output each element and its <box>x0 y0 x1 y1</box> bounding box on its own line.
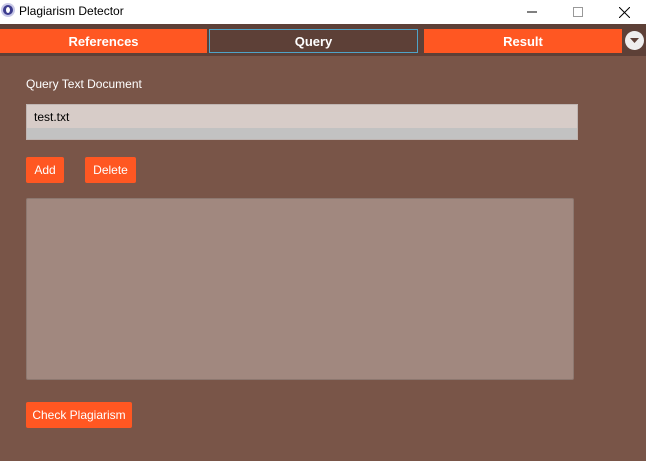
query-section-label: Query Text Document <box>26 77 142 91</box>
close-button[interactable] <box>601 0 646 24</box>
minimize-icon <box>527 11 537 13</box>
close-icon <box>618 6 630 18</box>
chevron-down-icon <box>630 37 639 43</box>
query-text-area[interactable] <box>26 198 574 380</box>
add-button[interactable]: Add <box>26 157 64 183</box>
minimize-button[interactable] <box>509 0 555 24</box>
delete-button[interactable]: Delete <box>85 157 136 183</box>
list-item[interactable]: test.txt <box>27 105 577 129</box>
app-logo-icon <box>1 3 15 17</box>
tab-references[interactable]: References <box>0 29 207 53</box>
title-bar: Plagiarism Detector <box>0 0 646 24</box>
tab-result[interactable]: Result <box>424 29 622 53</box>
window-title: Plagiarism Detector <box>19 4 124 18</box>
maximize-button[interactable] <box>555 0 601 24</box>
tab-menu-button[interactable] <box>625 31 644 50</box>
query-file-list[interactable]: test.txt <box>26 104 578 140</box>
horizontal-scrollbar[interactable] <box>27 128 577 139</box>
tab-bar: References Query Result <box>0 24 646 56</box>
maximize-icon <box>573 7 583 17</box>
check-plagiarism-button[interactable]: Check Plagiarism <box>26 402 132 428</box>
tab-query[interactable]: Query <box>209 29 418 53</box>
